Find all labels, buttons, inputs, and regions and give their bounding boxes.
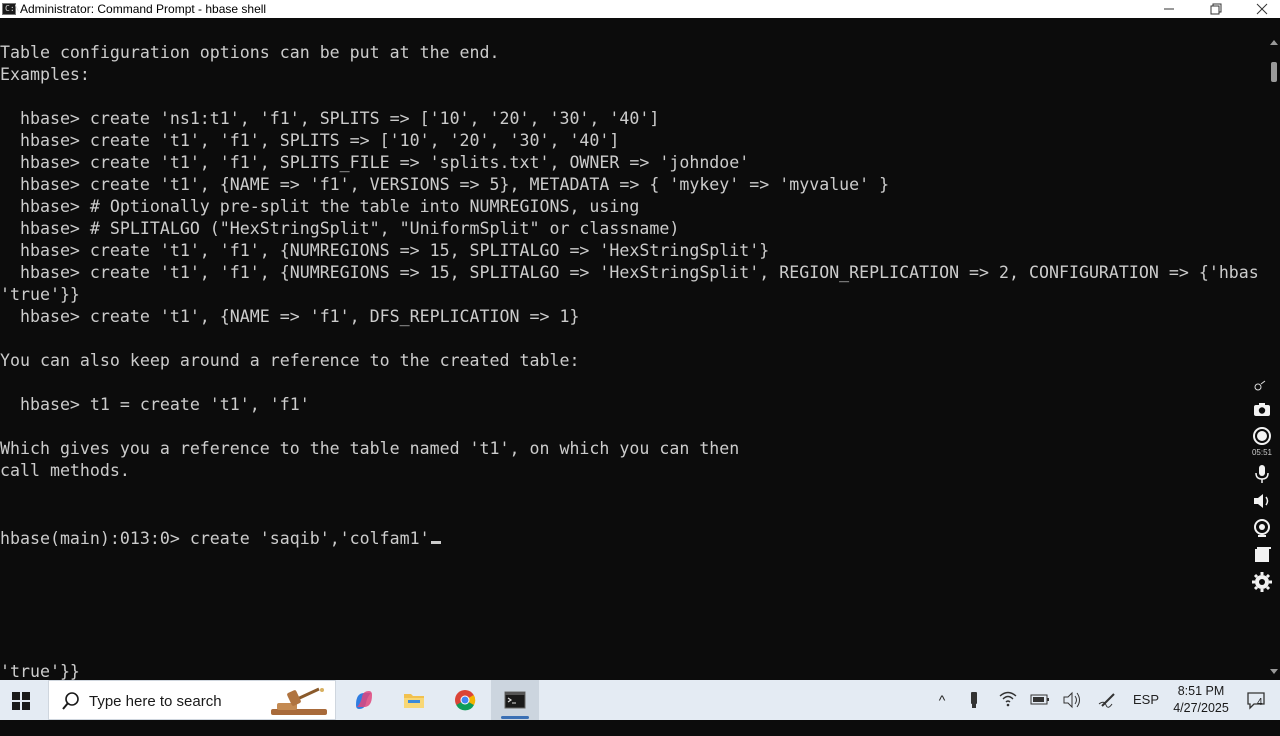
volume-icon (1063, 691, 1080, 709)
console-line: hbase> create 't1', {NAME => 'f1', VERSI… (0, 175, 890, 194)
microphone-icon[interactable] (1250, 462, 1274, 486)
search-icon (62, 692, 79, 710)
scroll-down-arrow-icon[interactable] (1270, 669, 1278, 674)
scroll-up-arrow-icon[interactable] (1270, 40, 1278, 45)
shell-prompt: hbase(main):013:0> (0, 529, 190, 548)
taskbar-file-explorer[interactable] (390, 680, 438, 720)
speaker-icon[interactable] (1250, 489, 1274, 513)
record-icon[interactable] (1250, 424, 1274, 448)
taskbar-search-box[interactable]: Type here to search (48, 680, 336, 720)
chrome-icon (455, 690, 476, 711)
console-line: 'true'}} (0, 662, 80, 680)
tray-battery[interactable] (1028, 680, 1052, 720)
console-line: hbase> create 't1', {NAME => 'f1', DFS_R… (0, 307, 580, 326)
console-output[interactable]: Table configuration options can be put a… (0, 18, 1268, 680)
text-cursor (430, 541, 441, 544)
console-line: hbase> create 't1', 'f1', {NUMREGIONS =>… (0, 241, 770, 260)
console-line: You can also keep around a reference to … (0, 351, 580, 370)
command-prompt-app-icon[interactable]: C:\ (2, 3, 20, 15)
webcam-icon[interactable] (1250, 516, 1274, 540)
tray-volume[interactable] (1060, 680, 1084, 720)
recording-toolbar: 05:51 (1250, 380, 1274, 610)
clock-time: 8:51 PM (1177, 684, 1225, 698)
battery-icon (1030, 694, 1049, 705)
window-titlebar[interactable]: C:\ Administrator: Command Prompt - hbas… (0, 0, 1280, 18)
app-icon-text: C:\ (5, 4, 20, 13)
start-button[interactable] (12, 692, 30, 710)
chevron-up-icon: ^ (938, 692, 946, 708)
close-button[interactable] (1238, 0, 1280, 18)
pin-icon[interactable] (1250, 380, 1274, 394)
tray-pen-app[interactable] (962, 680, 986, 720)
minimize-button[interactable] (1146, 0, 1192, 18)
console-line: hbase> create 't1', 'f1', SPLITS => ['10… (0, 131, 620, 150)
command-prompt-icon (504, 691, 526, 709)
window-icon[interactable] (1250, 543, 1274, 567)
command-input[interactable]: create 'saqib','colfam1' (190, 529, 430, 548)
show-hidden-icons-button[interactable]: ^ (930, 680, 954, 720)
taskbar-clock[interactable]: 8:51 PM 4/27/2025 (1166, 683, 1236, 717)
taskbar-command-prompt[interactable] (491, 680, 539, 720)
usb-device-icon (971, 692, 977, 708)
input-language-indicator[interactable]: ESP (1128, 680, 1164, 720)
recording-timer: 05:51 (1251, 448, 1273, 457)
file-explorer-icon (404, 694, 424, 708)
camera-icon[interactable] (1250, 397, 1274, 421)
restore-button[interactable] (1192, 0, 1238, 18)
console-line: Examples: (0, 65, 90, 84)
console-line: hbase> create 't1', 'f1', {NUMREGIONS =>… (0, 263, 1259, 282)
gavel-icon (271, 687, 327, 715)
wifi-icon (999, 691, 1017, 707)
console-line: hbase> t1 = create 't1', 'f1' (0, 395, 310, 414)
copilot-icon (356, 691, 372, 709)
taskbar-copilot[interactable] (340, 680, 388, 720)
console-line: hbase> create 't1', 'f1', SPLITS_FILE =>… (0, 153, 750, 172)
console-line: call methods. (0, 461, 130, 480)
close-icon (1256, 3, 1268, 15)
console-line: 'true'}} (0, 285, 80, 304)
gear-icon[interactable] (1250, 570, 1274, 594)
active-indicator (501, 716, 529, 719)
console-line: hbase> # SPLITALGO ("HexStringSplit", "U… (0, 219, 680, 238)
console-line: hbase> create 'ns1:t1', 'f1', SPLITS => … (0, 109, 660, 128)
search-placeholder: Type here to search (89, 693, 222, 710)
restore-icon (1210, 3, 1222, 15)
window-title: Administrator: Command Prompt - hbase sh… (20, 2, 267, 16)
console-line: hbase> # Optionally pre-split the table … (0, 197, 640, 216)
pen-icon (1098, 693, 1115, 708)
taskbar-chrome[interactable] (441, 680, 489, 720)
console-line: Table configuration options can be put a… (0, 43, 500, 62)
notification-center-button[interactable]: 4 (1246, 690, 1266, 710)
console-line: Which gives you a reference to the table… (0, 439, 740, 458)
taskbar: Type here to search ^ ESP 8:51 PM 4/27/2… (0, 680, 1280, 720)
command-line[interactable]: hbase(main):013:0> create 'saqib','colfa… (0, 528, 441, 550)
clock-date: 4/27/2025 (1173, 701, 1229, 715)
tray-pen-workspace[interactable] (1096, 680, 1120, 720)
minimize-icon (1164, 8, 1174, 10)
notification-count-badge: 4 (1257, 697, 1263, 708)
scrollbar-thumb[interactable] (1271, 62, 1277, 82)
notification-icon (1247, 692, 1265, 710)
tray-network[interactable] (996, 680, 1020, 720)
